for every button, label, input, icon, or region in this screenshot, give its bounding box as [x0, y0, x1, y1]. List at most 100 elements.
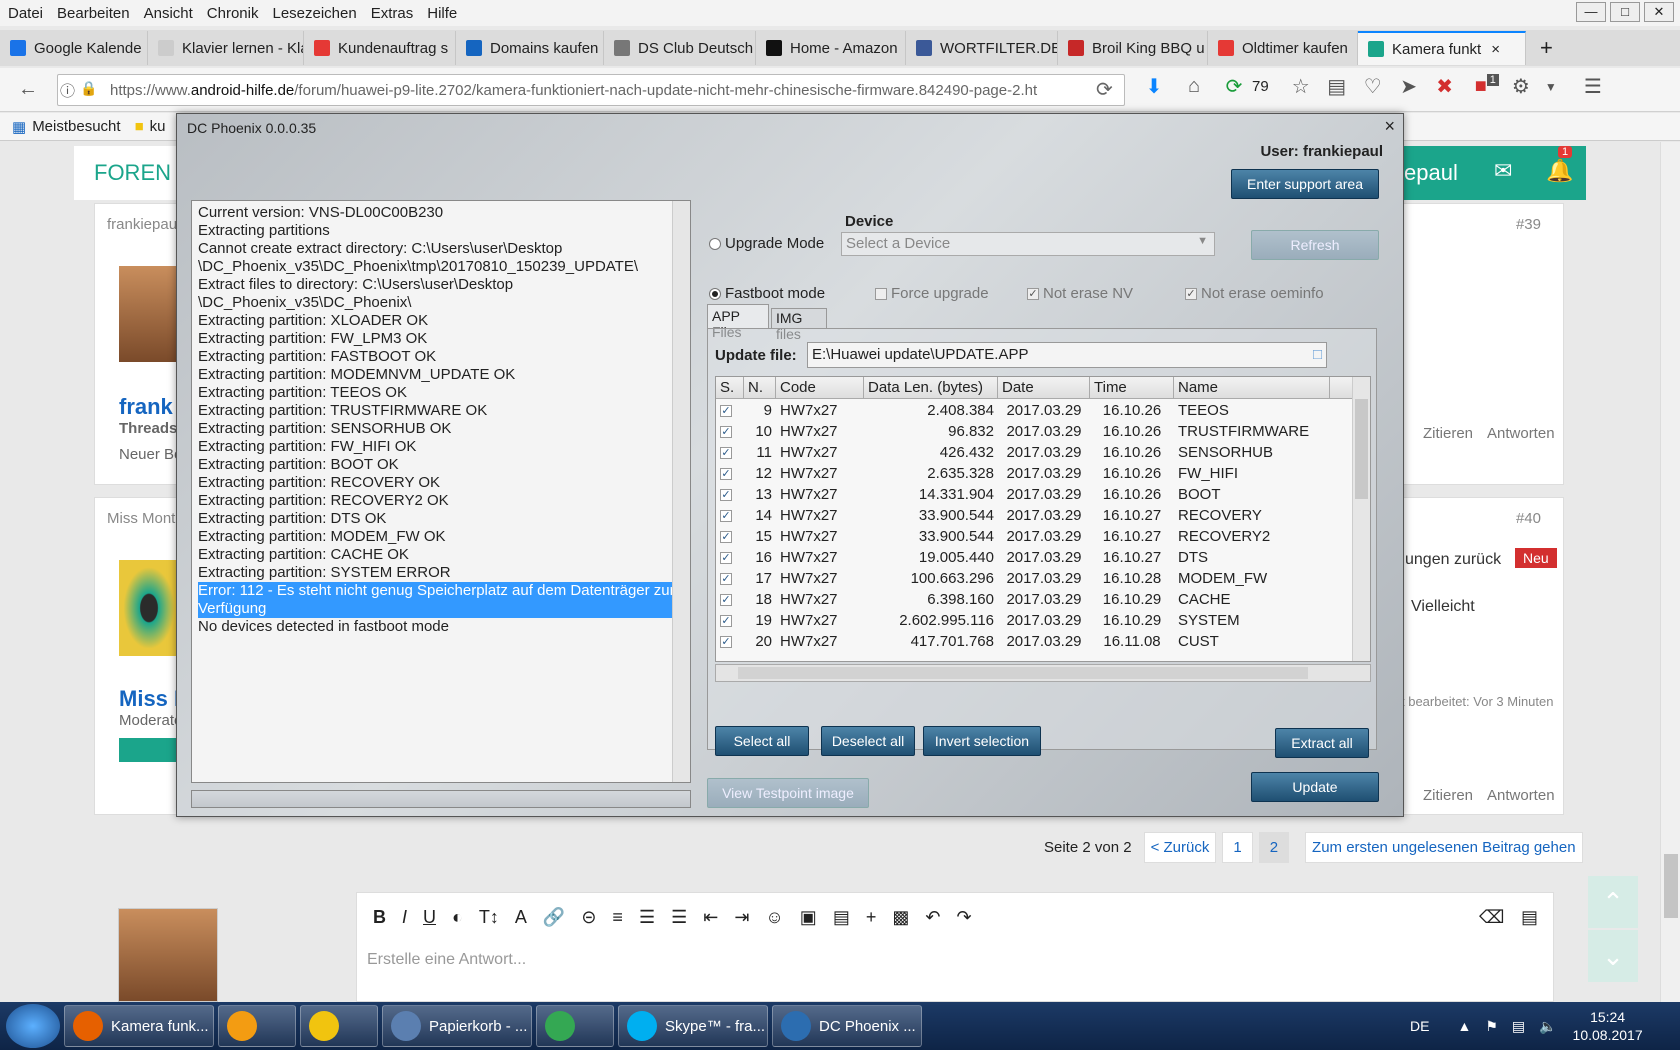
browser-tab[interactable]: Oldtimer kaufen: [1208, 31, 1358, 65]
taskbar-button[interactable]: DC Phoenix ...: [772, 1005, 922, 1047]
indent-icon[interactable]: ⇥: [734, 907, 749, 928]
row-checkbox[interactable]: ✓: [720, 573, 732, 586]
update-button[interactable]: Update: [1251, 772, 1379, 802]
bell-icon[interactable]: 🔔: [1546, 158, 1573, 184]
menu-item[interactable]: Chronik: [207, 5, 259, 22]
page-scrollbar[interactable]: [1660, 142, 1680, 1002]
column-header[interactable]: Code: [776, 377, 864, 398]
send-icon[interactable]: ➤: [1395, 74, 1423, 99]
menu-item[interactable]: Ansicht: [144, 5, 193, 22]
close-window-button[interactable]: ✕: [1644, 2, 1674, 22]
language-indicator[interactable]: DE: [1410, 1018, 1429, 1034]
invert-selection-button[interactable]: Invert selection: [923, 726, 1041, 756]
taskbar-button[interactable]: Skype™ - fra...: [618, 1005, 768, 1047]
fastboot-mode-radio[interactable]: Fastboot mode: [709, 285, 825, 302]
dropdown-icon[interactable]: ▼: [1537, 80, 1565, 94]
table-row[interactable]: ✓ 11 HW7x27 426.432 2017.03.29 16.10.26 SENSOR…: [716, 442, 1352, 463]
row-checkbox[interactable]: ✓: [720, 468, 732, 481]
menu-item[interactable]: Extras: [371, 5, 414, 22]
network-icon[interactable]: ▤: [1512, 1018, 1525, 1035]
tray-arrow-icon[interactable]: ▲: [1457, 1018, 1471, 1034]
forum-title[interactable]: FOREN: [94, 160, 171, 186]
row-checkbox[interactable]: ✓: [720, 615, 732, 628]
mail-icon[interactable]: ✉: [1494, 158, 1512, 184]
table-row[interactable]: ✓ 20 HW7x27 417.701.768 2017.03.29 16.11.08 CU…: [716, 631, 1352, 652]
view-testpoint-button[interactable]: View Testpoint image: [707, 778, 869, 808]
not-erase-nv-checkbox[interactable]: ✓ Not erase NV: [1027, 285, 1133, 302]
row-checkbox[interactable]: ✓: [720, 405, 732, 418]
table-scrollbar-thumb[interactable]: [1355, 399, 1368, 499]
table-row[interactable]: ✓ 9 HW7x27 2.408.384 2017.03.29 16.10.26 TEEOS: [716, 400, 1352, 421]
bold-icon[interactable]: B: [373, 907, 386, 928]
eraser-icon[interactable]: ⌫: [1479, 907, 1504, 928]
post-user-name[interactable]: frank: [119, 394, 173, 420]
undo-icon[interactable]: ↶: [925, 907, 940, 928]
font-icon[interactable]: A: [515, 907, 527, 928]
outdent-icon[interactable]: ⇤: [703, 907, 718, 928]
deselect-all-button[interactable]: Deselect all: [821, 726, 915, 756]
row-checkbox[interactable]: ✓: [720, 636, 732, 649]
pagination-page-1[interactable]: 1: [1222, 832, 1253, 863]
reply-link[interactable]: Antworten: [1487, 425, 1555, 442]
upgrade-mode-radio[interactable]: Upgrade Mode: [709, 235, 824, 252]
browser-tab[interactable]: Kundenauftrag s: [304, 31, 456, 65]
bug-icon[interactable]: ⚙: [1507, 74, 1535, 99]
force-upgrade-checkbox[interactable]: Force upgrade: [875, 285, 989, 302]
browser-tab[interactable]: Domains kaufen: [456, 31, 604, 65]
post-author[interactable]: Miss Mont: [107, 510, 175, 527]
table-hscrollbar-thumb[interactable]: [738, 667, 1308, 679]
column-header[interactable]: Date: [998, 377, 1090, 398]
download-icon[interactable]: ⬇: [1140, 74, 1168, 99]
column-header[interactable]: N.: [744, 377, 776, 398]
column-header[interactable]: Time: [1090, 377, 1174, 398]
device-select[interactable]: Select a Device ▼: [841, 232, 1215, 256]
scroll-up-button[interactable]: ⌃: [1588, 876, 1638, 928]
first-unread-link[interactable]: Zum ersten ungelesenen Beitrag gehen: [1305, 832, 1583, 863]
table-row[interactable]: ✓ 12 HW7x27 2.635.328 2017.03.29 16.10.26 FW_H…: [716, 463, 1352, 484]
forum-username[interactable]: epaul: [1404, 160, 1458, 186]
column-header[interactable]: Data Len. (bytes): [864, 377, 998, 398]
avatar[interactable]: [119, 266, 179, 362]
align-icon[interactable]: ≡: [612, 907, 623, 928]
quote-link[interactable]: Zitieren: [1423, 425, 1473, 442]
minimize-button[interactable]: —: [1576, 2, 1606, 22]
row-checkbox[interactable]: ✓: [720, 426, 732, 439]
page-scrollbar-thumb[interactable]: [1664, 854, 1678, 918]
pocket-icon[interactable]: ♡: [1359, 74, 1387, 99]
row-checkbox[interactable]: ✓: [720, 594, 732, 607]
plus-icon[interactable]: +: [866, 907, 877, 928]
volume-icon[interactable]: 🔈: [1539, 1018, 1556, 1035]
browser-tab[interactable]: Klavier lernen - Klavi: [148, 31, 304, 65]
table-row[interactable]: ✓ 15 HW7x27 33.900.544 2017.03.29 16.10.27 REC…: [716, 526, 1352, 547]
bookmark-meistbesucht[interactable]: Meistbesucht: [32, 118, 120, 135]
tab-app-files[interactable]: APP Files: [707, 304, 769, 340]
pagination-page-2[interactable]: 2: [1258, 832, 1290, 863]
row-checkbox[interactable]: ✓: [720, 552, 732, 565]
unlink-icon[interactable]: ⊝: [581, 907, 596, 928]
row-checkbox[interactable]: ✓: [720, 489, 732, 502]
tab-img-files[interactable]: IMG files: [771, 308, 827, 342]
browser-tab[interactable]: WORTFILTER.DE: [906, 31, 1058, 65]
info-icon[interactable]: ⓘ: [60, 80, 75, 101]
clock[interactable]: 15:24 10.08.2017: [1573, 1008, 1643, 1044]
post-author[interactable]: frankiepau: [107, 216, 177, 233]
close-tab-icon[interactable]: ×: [1491, 41, 1500, 58]
menu-item[interactable]: Lesezeichen: [272, 5, 356, 22]
color-icon[interactable]: ◐: [452, 907, 463, 928]
menu-item[interactable]: Datei: [8, 5, 43, 22]
browser-tab[interactable]: Broil King BBQ u: [1058, 31, 1208, 65]
reading-list-icon[interactable]: ▤: [1323, 74, 1351, 99]
bullet-list-icon[interactable]: ☰: [639, 907, 655, 928]
post-number[interactable]: #39: [1516, 216, 1541, 233]
taskbar-button[interactable]: [218, 1005, 296, 1047]
scroll-down-button[interactable]: ⌄: [1588, 930, 1638, 982]
log-scrollbar[interactable]: [672, 201, 690, 782]
taskbar-button[interactable]: [300, 1005, 378, 1047]
post-number[interactable]: #40: [1516, 510, 1541, 527]
row-checkbox[interactable]: ✓: [720, 447, 732, 460]
taskbar-button[interactable]: Papierkorb - ...: [382, 1005, 532, 1047]
enter-support-button[interactable]: Enter support area: [1231, 169, 1379, 199]
bookmark-folder[interactable]: ku: [150, 118, 166, 135]
table-row[interactable]: ✓ 18 HW7x27 6.398.160 2017.03.29 16.10.29 CACH…: [716, 589, 1352, 610]
extract-all-button[interactable]: Extract all: [1275, 728, 1369, 758]
